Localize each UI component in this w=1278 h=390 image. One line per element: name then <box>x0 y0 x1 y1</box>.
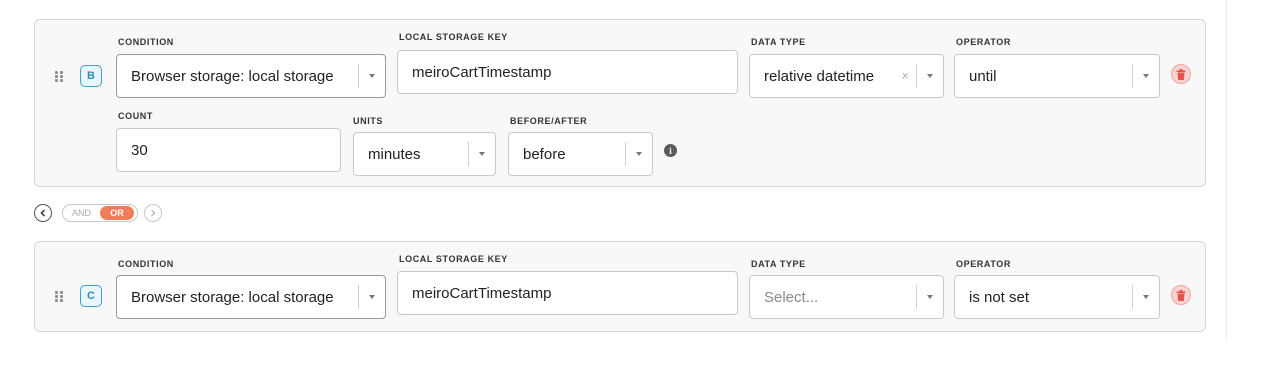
condition-label: CONDITION <box>118 259 174 269</box>
units-value: minutes <box>368 145 421 163</box>
drag-handle-icon[interactable] <box>55 71 64 83</box>
storage-key-label: LOCAL STORAGE KEY <box>399 254 508 264</box>
operator-value: is not set <box>969 288 1030 306</box>
data-type-label: DATA TYPE <box>751 37 806 47</box>
info-icon[interactable]: i <box>664 144 677 157</box>
data-type-label: DATA TYPE <box>751 259 806 269</box>
condition-select[interactable]: Browser storage: local storage <box>116 275 386 319</box>
data-type-select[interactable]: relative datetime × <box>749 54 944 98</box>
move-right-button[interactable] <box>144 204 162 222</box>
trash-icon <box>1176 289 1186 301</box>
before-after-select[interactable]: before <box>508 132 653 176</box>
chevron-down-icon[interactable] <box>916 64 943 88</box>
condition-card-b: B CONDITION Browser storage: local stora… <box>34 19 1206 187</box>
chevron-down-icon[interactable] <box>625 142 652 166</box>
move-left-button[interactable] <box>34 204 52 222</box>
data-type-placeholder: Select... <box>764 288 819 306</box>
drag-handle-icon[interactable] <box>55 291 64 303</box>
chevron-down-icon[interactable] <box>1132 285 1159 309</box>
condition-badge: B <box>80 65 102 87</box>
count-input[interactable]: 30 <box>116 128 341 172</box>
chevron-left-icon <box>40 209 46 217</box>
chevron-right-icon <box>151 209 156 217</box>
clear-icon[interactable]: × <box>901 68 909 83</box>
and-option[interactable]: AND <box>72 208 91 218</box>
chevron-down-icon[interactable] <box>916 285 943 309</box>
count-label: COUNT <box>118 111 153 121</box>
condition-select[interactable]: Browser storage: local storage <box>116 54 386 98</box>
data-type-select[interactable]: Select... <box>749 275 944 319</box>
operator-select[interactable]: until <box>954 54 1160 98</box>
operator-select[interactable]: is not set <box>954 275 1160 319</box>
operator-label: OPERATOR <box>956 37 1011 47</box>
condition-value: Browser storage: local storage <box>131 288 334 306</box>
data-type-value: relative datetime <box>764 67 875 85</box>
before-after-label: BEFORE/AFTER <box>510 116 588 126</box>
operator-label: OPERATOR <box>956 259 1011 269</box>
storage-key-label: LOCAL STORAGE KEY <box>399 32 508 42</box>
delete-condition-button[interactable] <box>1171 64 1191 84</box>
operator-value: until <box>969 67 997 85</box>
chevron-down-icon[interactable] <box>1132 64 1159 88</box>
storage-key-input[interactable]: meiroCartTimestamp <box>397 50 738 94</box>
chevron-down-icon[interactable] <box>468 142 495 166</box>
condition-label: CONDITION <box>118 37 174 47</box>
condition-value: Browser storage: local storage <box>131 67 334 85</box>
before-after-value: before <box>523 145 566 163</box>
storage-key-input[interactable]: meiroCartTimestamp <box>397 271 738 315</box>
condition-badge: C <box>80 285 102 307</box>
panel-divider <box>1226 0 1227 340</box>
count-value: 30 <box>131 141 148 159</box>
trash-icon <box>1176 68 1186 80</box>
chevron-down-icon[interactable] <box>358 285 385 309</box>
units-select[interactable]: minutes <box>353 132 496 176</box>
and-or-toggle[interactable]: AND OR <box>62 204 138 222</box>
condition-card-c: C CONDITION Browser storage: local stora… <box>34 241 1206 332</box>
units-label: UNITS <box>353 116 383 126</box>
storage-key-value: meiroCartTimestamp <box>412 284 552 302</box>
delete-condition-button[interactable] <box>1171 285 1191 305</box>
chevron-down-icon[interactable] <box>358 64 385 88</box>
storage-key-value: meiroCartTimestamp <box>412 63 552 81</box>
or-option[interactable]: OR <box>100 206 134 220</box>
